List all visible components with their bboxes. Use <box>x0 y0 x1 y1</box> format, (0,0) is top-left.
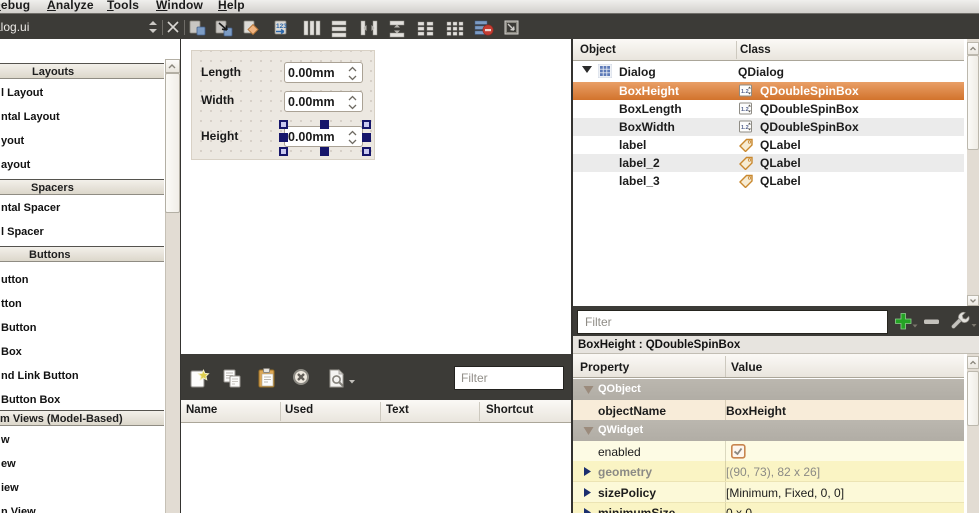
svg-text:1.2: 1.2 <box>741 107 749 113</box>
svg-text:1.2: 1.2 <box>741 125 749 131</box>
svg-text:1.2: 1.2 <box>741 89 749 95</box>
svg-text:123: 123 <box>276 23 287 30</box>
